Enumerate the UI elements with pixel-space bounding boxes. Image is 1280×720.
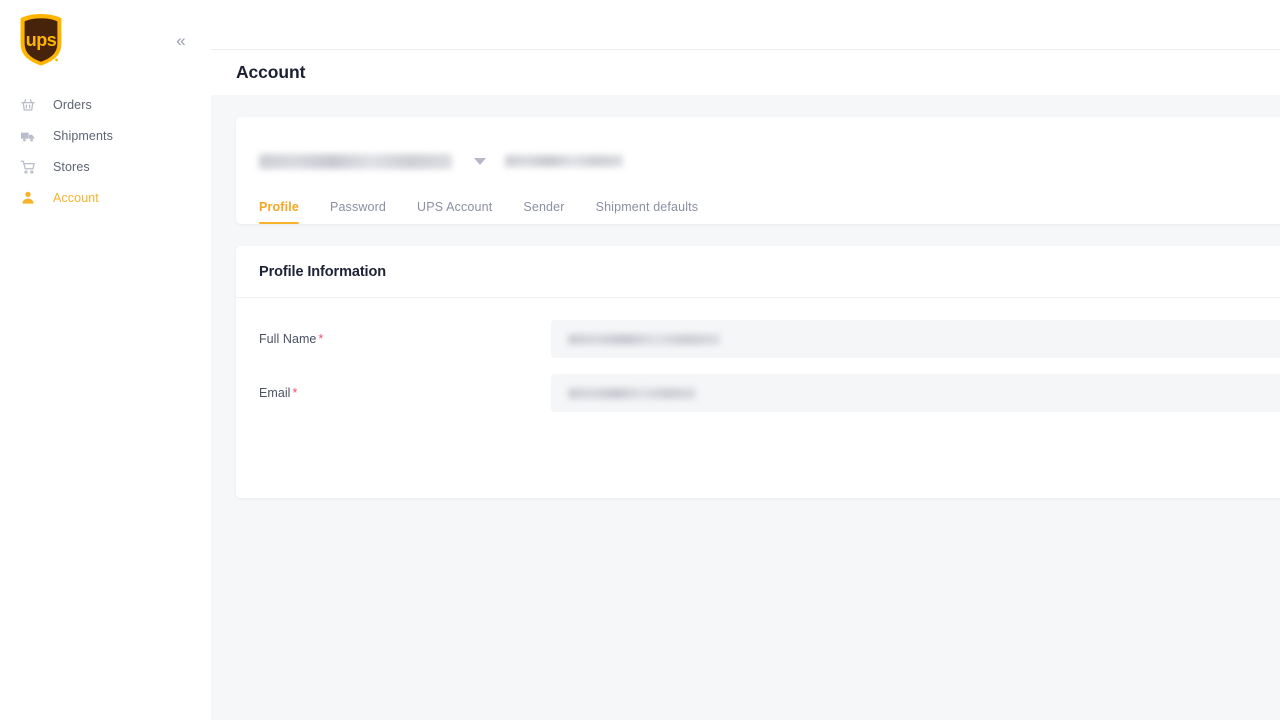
tab-label: Profile	[259, 200, 299, 214]
sidebar-collapse-icon[interactable]: «	[169, 28, 193, 52]
profile-form-footer	[236, 428, 1280, 498]
ups-logo[interactable]: ups	[18, 13, 64, 67]
sidebar-item-stores[interactable]: Stores	[0, 151, 211, 182]
svg-text:ups: ups	[26, 30, 57, 50]
form-row-email: Email*	[236, 374, 1280, 412]
account-tabs: Profile Password UPS Account Sender Ship…	[236, 179, 1280, 224]
full-name-input[interactable]	[551, 320, 1280, 358]
email-input[interactable]	[551, 374, 1280, 412]
app-root: ups « Orders	[0, 0, 1280, 720]
tab-label: Sender	[523, 200, 564, 214]
section-title: Profile Information	[259, 264, 386, 280]
sidebar-item-label: Account	[53, 191, 99, 205]
profile-information-card: Profile Information Full Name* Email*	[236, 246, 1280, 498]
cart-icon	[19, 158, 36, 175]
tab-label: Shipment defaults	[596, 200, 699, 214]
tab-label: Password	[330, 200, 386, 214]
page-header: Account	[211, 50, 1280, 95]
truck-icon	[19, 127, 36, 144]
sidebar-item-label: Orders	[53, 98, 92, 112]
sidebar-item-orders[interactable]: Orders	[0, 89, 211, 120]
profile-information-header: Profile Information	[236, 246, 1280, 298]
sidebar: ups « Orders	[0, 0, 211, 720]
tab-profile[interactable]: Profile	[259, 200, 299, 224]
tab-password[interactable]: Password	[330, 200, 386, 224]
required-asterisk: *	[318, 332, 323, 346]
account-email-redacted	[505, 155, 623, 167]
page-title: Account	[236, 62, 305, 83]
basket-icon	[19, 96, 36, 113]
email-label: Email*	[259, 386, 551, 400]
topbar	[211, 0, 1280, 50]
sidebar-item-shipments[interactable]: Shipments	[0, 120, 211, 151]
account-switcher[interactable]	[236, 117, 1280, 179]
full-name-value-redacted	[568, 334, 720, 345]
email-value-redacted	[568, 388, 696, 399]
profile-form: Full Name* Email*	[236, 298, 1280, 498]
tab-sender[interactable]: Sender	[523, 200, 564, 224]
sidebar-nav: Orders Shipments	[0, 89, 211, 213]
tab-ups-account[interactable]: UPS Account	[417, 200, 492, 224]
full-name-label: Full Name*	[259, 332, 551, 346]
tab-label: UPS Account	[417, 200, 492, 214]
sidebar-header: ups «	[0, 0, 211, 80]
sidebar-item-label: Shipments	[53, 129, 113, 143]
person-icon	[19, 189, 36, 206]
tab-shipment-defaults[interactable]: Shipment defaults	[596, 200, 699, 224]
sidebar-item-label: Stores	[53, 160, 90, 174]
label-text: Full Name	[259, 332, 316, 346]
sidebar-item-account[interactable]: Account	[0, 182, 211, 213]
required-asterisk: *	[293, 386, 298, 400]
account-name-redacted	[259, 154, 452, 169]
content-area: Profile Password UPS Account Sender Ship…	[211, 95, 1280, 720]
account-identity-card: Profile Password UPS Account Sender Ship…	[236, 117, 1280, 224]
caret-down-icon[interactable]	[474, 158, 486, 165]
main-area: Account Profile Password	[211, 0, 1280, 720]
label-text: Email	[259, 386, 291, 400]
form-row-full-name: Full Name*	[236, 320, 1280, 358]
